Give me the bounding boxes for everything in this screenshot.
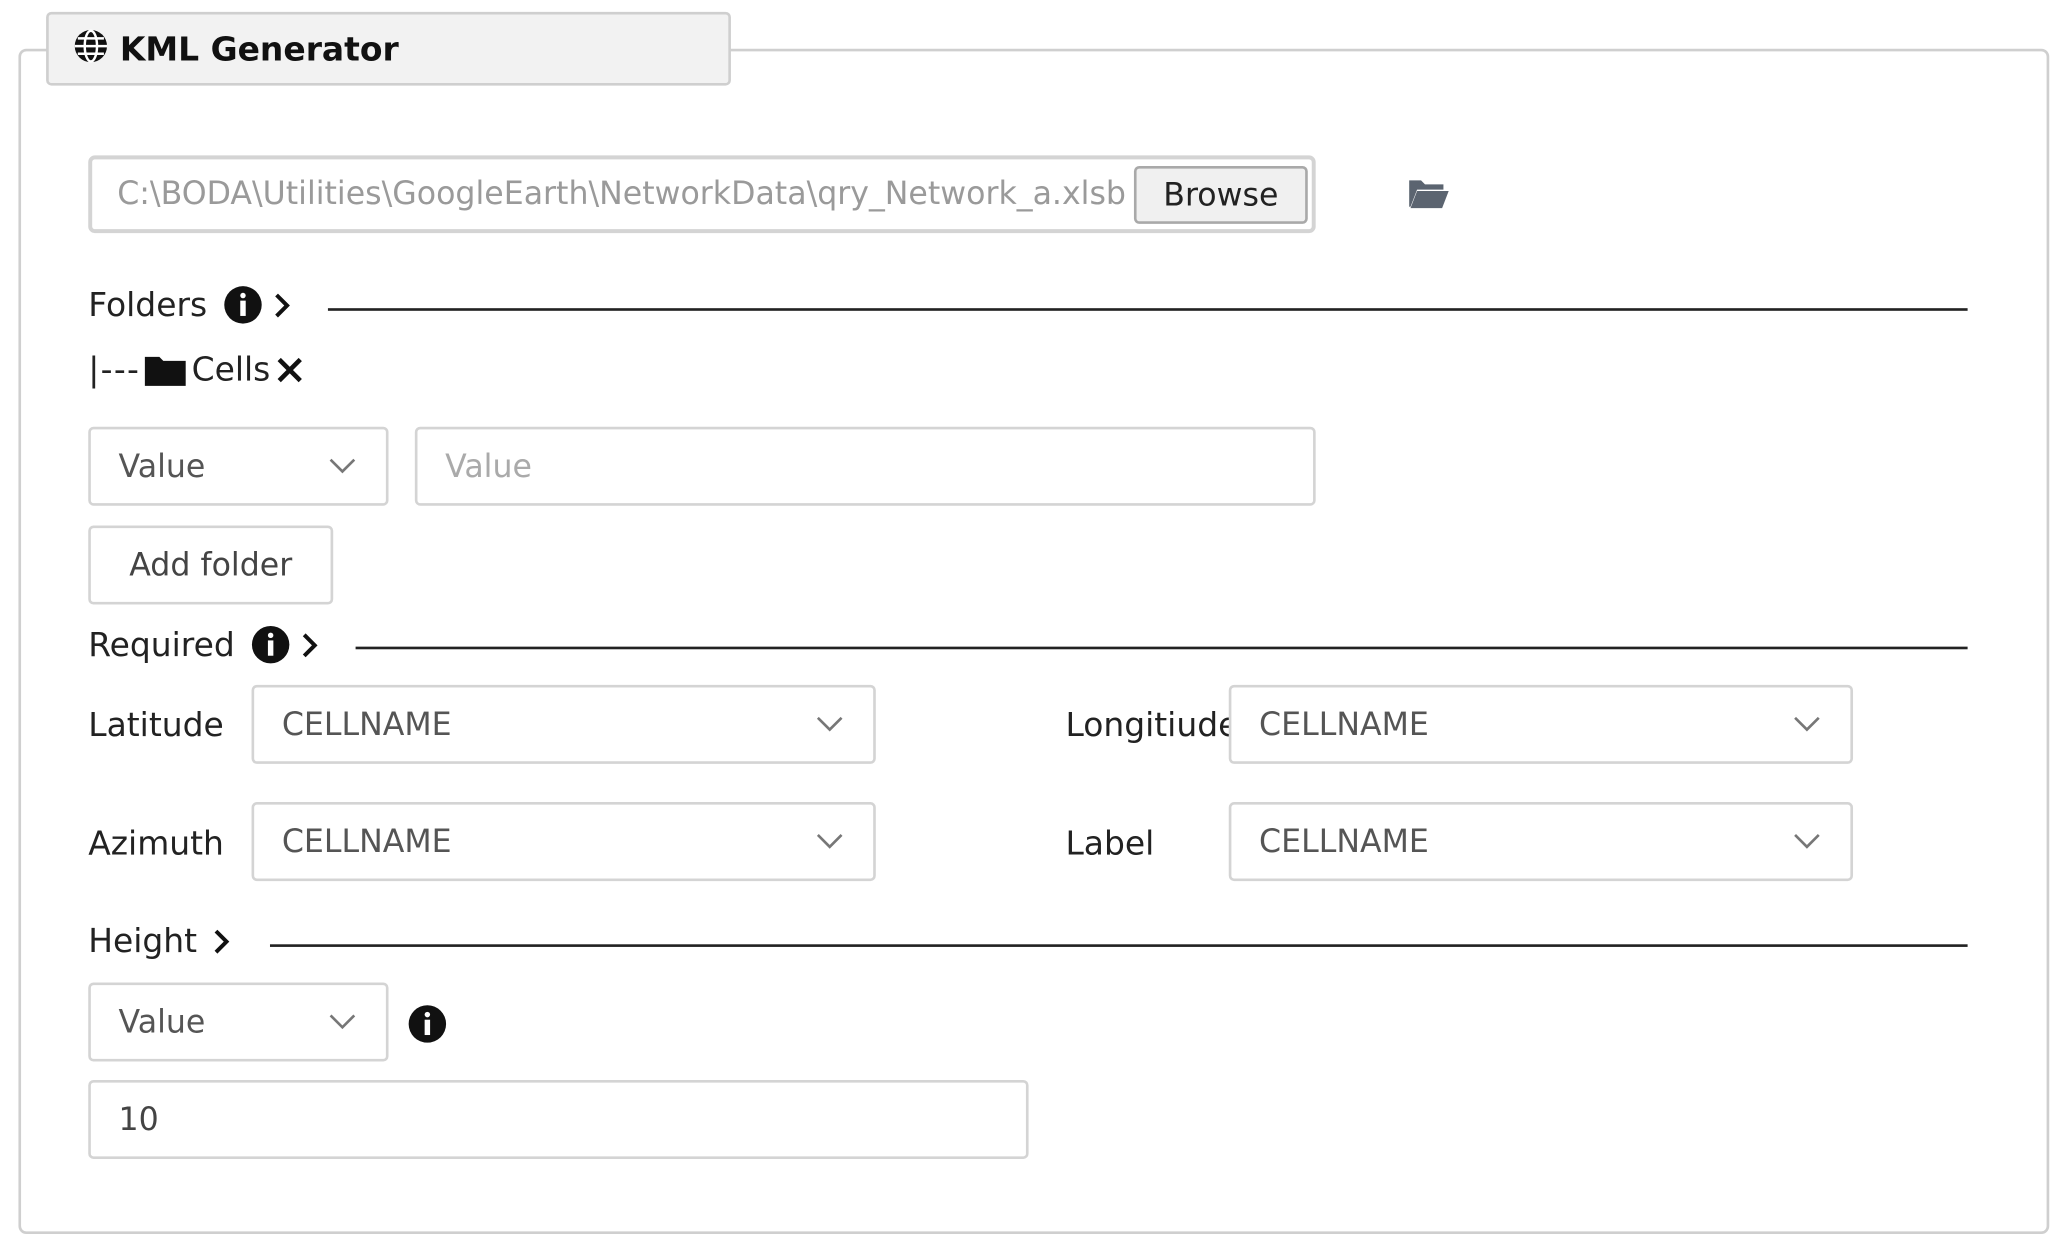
browse-button[interactable]: Browse — [1133, 165, 1308, 224]
required-divider — [355, 646, 1968, 650]
height-type-select[interactable]: Value — [88, 982, 389, 1062]
label-label: Label — [1065, 824, 1155, 863]
height-value-input[interactable] — [88, 1079, 1029, 1159]
folders-divider — [327, 308, 1968, 311]
latitude-label: Latitude — [88, 705, 224, 745]
folder-icon — [144, 356, 186, 386]
required-label: Required — [88, 625, 235, 664]
info-icon[interactable] — [251, 624, 292, 665]
chevron-down-icon — [816, 716, 843, 732]
tree-prefix: |--- — [88, 350, 141, 389]
height-label: Height — [88, 921, 198, 961]
folders-section-header[interactable]: Folders — [88, 284, 295, 325]
longitude-select[interactable]: CELLNAME — [1228, 684, 1854, 764]
latitude-select[interactable]: CELLNAME — [251, 684, 876, 764]
chevron-right-icon[interactable] — [210, 925, 234, 957]
folders-label: Folders — [88, 285, 208, 324]
panel-tab: KML Generator — [46, 11, 731, 86]
chevron-right-icon[interactable] — [299, 629, 323, 661]
chevron-right-icon[interactable] — [272, 289, 296, 321]
azimuth-select[interactable]: CELLNAME — [251, 802, 876, 882]
label-select[interactable]: CELLNAME — [1228, 802, 1854, 882]
globe-icon — [72, 28, 109, 70]
kml-generator-page: KML Generator Browse Folders |--- Cells … — [0, 0, 2065, 1234]
chevron-down-icon — [329, 1014, 356, 1030]
chevron-down-icon — [1794, 834, 1820, 849]
info-icon[interactable] — [223, 284, 264, 325]
file-path-input[interactable] — [117, 159, 1132, 230]
add-folder-button[interactable]: Add folder — [88, 525, 334, 605]
height-section-header[interactable]: Height — [88, 922, 234, 960]
folder-type-select[interactable]: Value — [88, 426, 389, 506]
tree-item-name: Cells — [191, 350, 271, 389]
height-divider — [269, 944, 1968, 947]
chevron-down-icon — [816, 834, 843, 849]
panel-title: KML Generator — [119, 29, 399, 68]
chevron-down-icon — [1794, 716, 1820, 732]
chevron-down-icon — [329, 458, 356, 474]
folder-tree-item: |--- Cells — [88, 350, 305, 389]
azimuth-label: Azimuth — [88, 824, 224, 863]
info-icon[interactable] — [407, 1004, 448, 1045]
folder-value-input[interactable] — [414, 426, 1316, 506]
longitude-label: Longitiude — [1065, 705, 1239, 745]
file-picker: Browse — [88, 155, 1316, 234]
required-section-header[interactable]: Required — [88, 624, 323, 665]
folder-open-icon[interactable] — [1407, 175, 1450, 212]
close-icon[interactable] — [276, 355, 305, 384]
